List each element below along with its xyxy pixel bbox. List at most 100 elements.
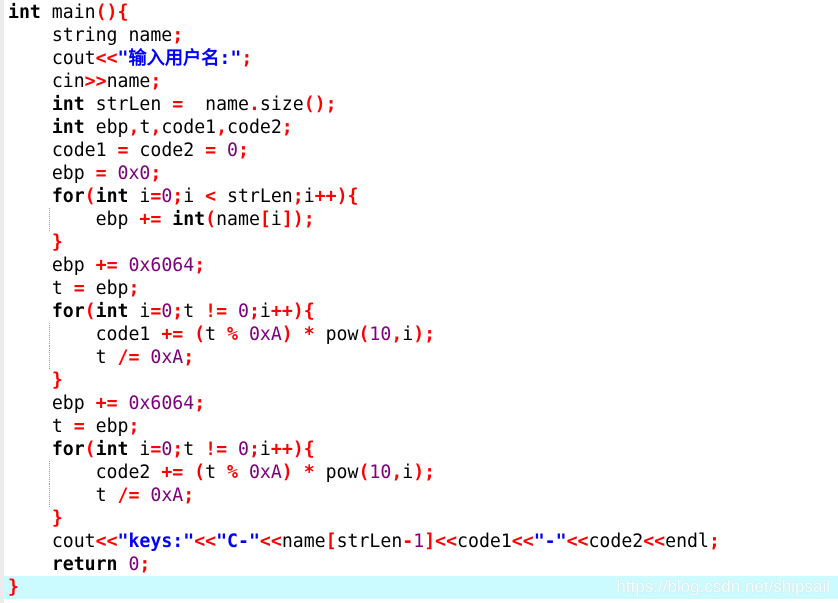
code-line[interactable]: code1 += (t % 0xA) * pow(10,i); <box>8 323 838 346</box>
code-token: t <box>51 416 74 437</box>
code-token: cin <box>51 71 85 92</box>
code-line[interactable]: int ebp,t,code1,code2; <box>8 116 838 139</box>
code-token: int <box>95 186 129 207</box>
code-token: << <box>511 531 534 552</box>
code-token: , <box>128 117 140 138</box>
indent-guide <box>49 461 50 484</box>
code-token: 0 <box>238 301 249 322</box>
code-token: ; <box>150 163 162 184</box>
code-line[interactable]: } <box>8 369 838 392</box>
code-token: ); <box>413 462 436 483</box>
code-line[interactable]: for(int i=0;t != 0;i++){ <box>8 300 838 323</box>
code-token: pow <box>314 324 359 345</box>
code-token: = <box>117 140 129 161</box>
code-line[interactable]: int main(){ <box>8 1 838 24</box>
code-token: << <box>259 531 282 552</box>
code-token: t <box>183 439 206 460</box>
code-token: ; <box>172 186 184 207</box>
code-token: name <box>183 94 249 115</box>
code-token: ; <box>281 117 293 138</box>
code-token: ; <box>248 301 260 322</box>
code-token: [ <box>325 531 337 552</box>
code-token: for <box>51 301 85 322</box>
code-token: ebp <box>51 163 96 184</box>
code-line[interactable]: cout<<"输入用户名:"; <box>8 47 838 70</box>
code-token: t <box>51 278 74 299</box>
code-token: ; <box>172 301 184 322</box>
code-token: % <box>227 462 238 483</box>
code-line[interactable]: string name; <box>8 24 838 47</box>
code-token: 0x6064 <box>128 255 195 276</box>
code-token: name <box>106 71 151 92</box>
indent-guide <box>49 208 50 231</box>
code-line[interactable]: ebp += 0x6064; <box>8 392 838 415</box>
code-token: 0 <box>161 439 173 460</box>
code-line[interactable]: } <box>8 231 838 254</box>
code-token: * <box>303 462 315 483</box>
code-token: code2 <box>128 140 206 161</box>
code-token: ++){ <box>314 186 359 207</box>
code-token: ]); <box>281 209 315 230</box>
code-token: main <box>40 2 96 23</box>
code-line[interactable]: return 0; <box>8 553 838 576</box>
code-token: i <box>303 186 315 207</box>
code-token: >> <box>84 71 107 92</box>
code-token: 0x0 <box>117 163 151 184</box>
code-token: i <box>259 301 271 322</box>
code-editor[interactable]: int main(){ string name; cout<<"输入用户名:";… <box>4 1 838 599</box>
code-token: cout <box>51 48 96 69</box>
code-line[interactable]: code1 = code2 = 0; <box>8 139 838 162</box>
code-token: ebp <box>51 255 96 276</box>
code-line[interactable]: } <box>8 507 838 530</box>
code-line[interactable]: int strLen = name.size(); <box>8 93 838 116</box>
code-token: for <box>51 186 85 207</box>
code-token: i <box>259 439 271 460</box>
code-token: << <box>194 531 217 552</box>
code-line[interactable]: t = ebp; <box>8 277 838 300</box>
code-token: ebp <box>95 209 140 230</box>
code-token: += <box>161 462 184 483</box>
indent-guide <box>49 323 50 346</box>
code-token: ; <box>183 485 195 506</box>
code-token: ; <box>128 416 140 437</box>
code-line[interactable]: cout<<"keys:"<<"C-"<<name[strLen-1]<<cod… <box>8 530 838 553</box>
code-token: code1 <box>95 324 162 345</box>
code-token: t <box>205 462 228 483</box>
code-line[interactable]: cin>>name; <box>8 70 838 93</box>
editor-gutter <box>0 0 4 603</box>
code-token: int <box>8 2 41 23</box>
code-line[interactable]: ebp += 0x6064; <box>8 254 838 277</box>
code-line[interactable]: for(int i=0;t != 0;i++){ <box>8 438 838 461</box>
code-token: code2 <box>588 531 644 552</box>
code-token: ; <box>194 393 206 414</box>
code-token: = <box>150 301 162 322</box>
code-token: = <box>172 94 184 115</box>
watermark: https://blog.csdn.net/shipsail <box>616 577 830 596</box>
code-token: "-" <box>533 531 567 552</box>
code-token: ) <box>281 324 293 345</box>
code-token: ; <box>183 347 195 368</box>
code-token: ; <box>150 71 162 92</box>
code-line[interactable]: ebp += int(name[i]); <box>8 208 838 231</box>
code-line[interactable]: t /= 0xA; <box>8 484 838 507</box>
code-token: ( <box>194 462 206 483</box>
code-line[interactable]: t = ebp; <box>8 415 838 438</box>
code-token: = <box>95 163 107 184</box>
code-line[interactable]: for(int i=0;i < strLen;i++){ <box>8 185 838 208</box>
code-line[interactable]: t /= 0xA; <box>8 346 838 369</box>
code-line[interactable]: ebp = 0x0; <box>8 162 838 185</box>
code-token: ); <box>413 324 436 345</box>
code-token: , <box>216 117 228 138</box>
code-token: endl <box>665 531 709 552</box>
code-token: ( <box>194 324 206 345</box>
code-token: i <box>402 324 414 345</box>
code-token: % <box>227 324 238 345</box>
code-token: t <box>183 301 206 322</box>
code-line[interactable]: code2 += (t % 0xA) * pow(10,i); <box>8 461 838 484</box>
code-token: i <box>128 186 151 207</box>
code-token: 0xA <box>150 485 184 506</box>
code-token: += <box>139 209 162 230</box>
